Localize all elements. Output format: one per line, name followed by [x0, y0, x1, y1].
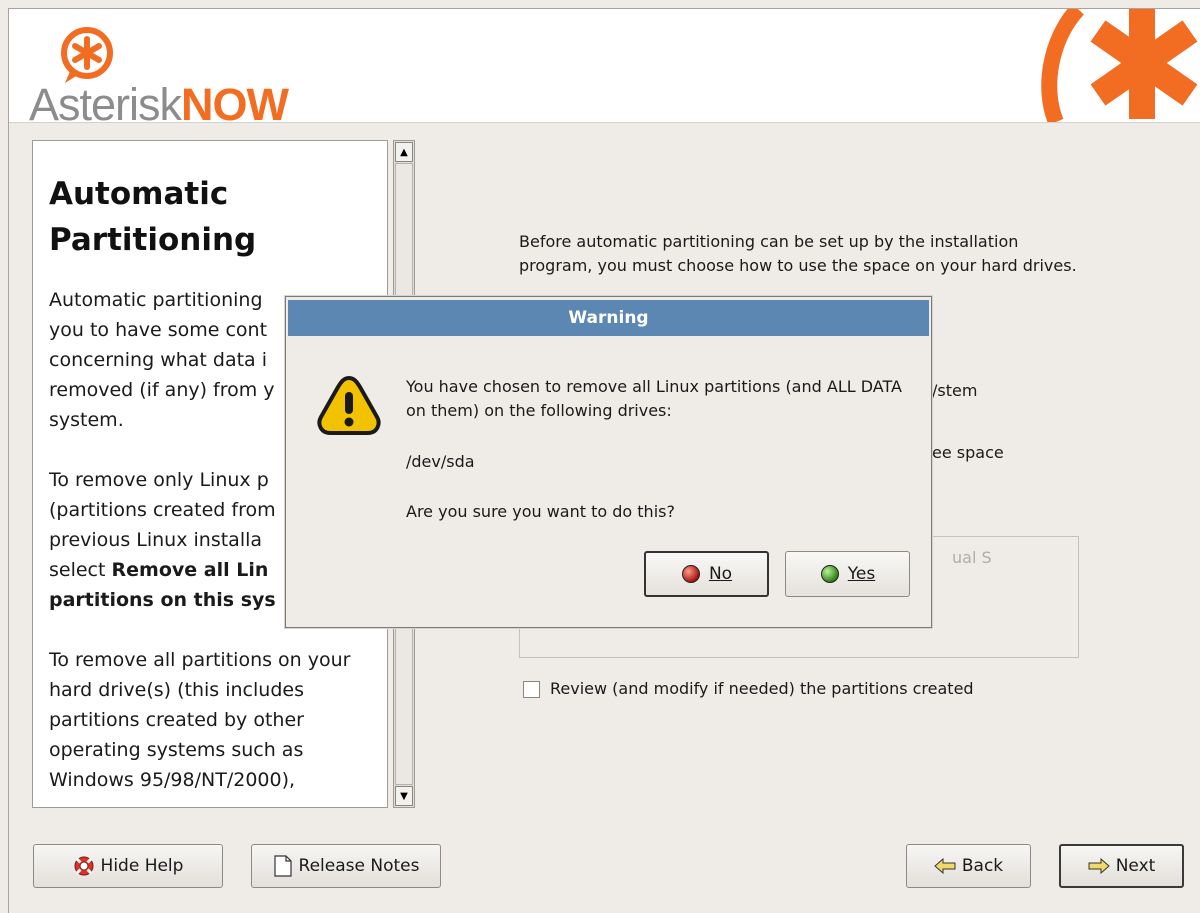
- lifebuoy-icon: [74, 856, 94, 876]
- next-label: Next: [1115, 856, 1156, 876]
- help-paragraph-1: Automatic partitioning you to have some …: [49, 289, 275, 431]
- review-label[interactable]: Review (and modify if needed) the partit…: [550, 679, 974, 698]
- no-label: No: [708, 564, 733, 584]
- dialog-message-text: You have chosen to remove all Linux part…: [406, 377, 902, 420]
- dialog-message: You have chosen to remove all Linux part…: [406, 375, 916, 423]
- help-para2-line2: (partitions created from: [49, 499, 276, 521]
- review-checkbox[interactable]: [523, 681, 540, 698]
- scroll-down-icon[interactable]: ▼: [395, 786, 413, 806]
- back-label: Back: [961, 856, 1004, 876]
- logo-text-asterisk: Asterisk: [29, 79, 182, 123]
- logo-text-now: NOW: [181, 79, 289, 123]
- yes-label: Yes: [847, 564, 876, 584]
- yes-button[interactable]: Yes: [785, 551, 910, 597]
- back-button[interactable]: Back: [906, 844, 1031, 888]
- dialog-title: Warning: [568, 308, 649, 328]
- warning-dialog: Warning You have chosen to remove all Li…: [285, 296, 932, 628]
- help-para2-line1: To remove only Linux p: [49, 469, 269, 491]
- logo-wordmark: AsteriskNOW: [29, 79, 289, 123]
- partial-option-text-1: /stem: [932, 381, 978, 400]
- partial-drive-text: ual S: [952, 548, 992, 567]
- document-icon: [273, 855, 292, 877]
- yes-green-dot-icon: [820, 565, 839, 583]
- brand-asterisk-icon: [1041, 9, 1198, 122]
- release-notes-button[interactable]: Release Notes: [251, 844, 441, 888]
- dialog-titlebar[interactable]: Warning: [288, 300, 929, 336]
- help-para2-bold-2: partitions on this sys: [49, 589, 276, 611]
- scroll-up-icon[interactable]: ▲: [395, 142, 413, 162]
- hide-help-label: Hide Help: [100, 856, 184, 876]
- next-arrow-icon: [1088, 858, 1110, 874]
- back-arrow-icon: [934, 858, 956, 874]
- help-para2-line3: previous Linux installa: [49, 529, 263, 551]
- help-title: Automatic Partitioning: [49, 176, 257, 258]
- intro-text: Before automatic partitioning can be set…: [519, 232, 1077, 275]
- partial-option-text-2: ee space: [932, 443, 1004, 462]
- warning-icon: [317, 375, 381, 435]
- dialog-device: /dev/sda: [406, 452, 475, 471]
- dialog-question: Are you sure you want to do this?: [406, 502, 675, 521]
- next-button[interactable]: Next: [1059, 844, 1184, 888]
- hide-help-button[interactable]: Hide Help: [33, 844, 223, 888]
- no-button[interactable]: No: [644, 551, 769, 597]
- header-banner: AsteriskNOW: [9, 9, 1200, 123]
- release-notes-label: Release Notes: [298, 856, 420, 876]
- help-para2-bold-1: Remove all Lin: [111, 559, 269, 581]
- help-para2-line4: select: [49, 559, 112, 581]
- help-paragraph-3: To remove all partitions on your hard dr…: [49, 649, 351, 791]
- no-red-dot-icon: [681, 565, 700, 583]
